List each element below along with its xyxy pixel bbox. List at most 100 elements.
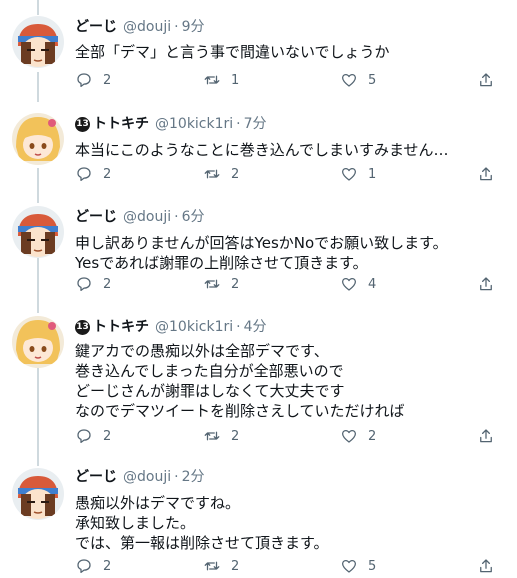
reply-count: 2 [103,166,112,182]
tweet[interactable]: どーじ @douji · 6分 申し訳ありませんが回答はYesかNoでお願い致し… [0,194,517,310]
retweet-button[interactable]: 2 [203,275,239,293]
tweet-text: 本当にこのようなことに巻き込んでしまいすみません… [75,140,505,160]
timestamp[interactable]: 6分 [182,206,205,228]
retweet-icon [204,431,220,441]
timestamp[interactable]: 9分 [182,16,205,38]
like-icon [341,277,357,291]
reply-icon [77,559,91,574]
reply-button[interactable]: 2 [75,557,111,575]
retweet-button[interactable]: 2 [203,165,239,183]
reply-button[interactable]: 2 [75,275,111,293]
reply-icon [77,277,91,292]
number-badge: 13 [75,319,90,335]
tweet-line: どーじさんが謝罪はしなくて大丈夫です [75,382,345,400]
share-button[interactable] [477,71,495,89]
like-button[interactable]: 2 [340,427,376,445]
author-name[interactable]: トトキチ [93,113,149,135]
avatar-douji[interactable] [12,468,64,520]
share-icon [480,429,492,443]
timestamp[interactable]: 7分 [244,113,267,135]
tweet-text: 鍵アカでの愚痴以外は全部デマです、 巻き込んでしまった自分が全部悪いので どーじ… [75,341,505,421]
action-bar: 2 2 2 [75,424,505,448]
reply-button[interactable]: 2 [75,427,111,445]
author-name[interactable]: トトキチ [93,316,149,338]
share-button[interactable] [477,165,495,183]
tweet-line: 本当にこのようなことに巻き込んでしまいすみません… [75,141,449,159]
share-button[interactable] [477,557,495,575]
like-icon [341,167,357,181]
separator-dot: · [174,209,179,225]
tweet-line: なのでデマツイートを削除さえしていただければ [75,402,405,420]
avatar-douji[interactable] [12,206,64,258]
avatar-douji[interactable] [12,16,64,68]
retweet-button[interactable]: 2 [203,557,239,575]
retweet-count: 2 [231,276,240,292]
reply-icon [77,73,91,88]
action-bar: 2 2 5 [75,554,505,578]
like-count: 5 [368,558,377,574]
tweet-line: では、第一報は削除させて頂きます。 [75,534,329,552]
tweet[interactable]: どーじ @douji · 9分 全部「デマ」と言う事で間違いないでしょうか 2 … [0,0,517,110]
avatar-totokichi[interactable] [12,113,64,165]
like-button[interactable]: 5 [340,71,376,89]
author-handle[interactable]: @douji [123,466,171,488]
tweet-text: 申し訳ありませんが回答はYesかNoでお願い致します。 Yesであれば謝罪の上削… [75,233,505,273]
like-button[interactable]: 1 [340,165,376,183]
like-count: 2 [368,428,377,444]
author-name[interactable]: どーじ [75,16,117,38]
retweet-icon [204,75,220,85]
reply-icon [77,167,91,182]
like-count: 5 [368,72,377,88]
tweet-line: 愚痴以外はデマですね。 [75,494,241,512]
author-name[interactable]: どーじ [75,466,117,488]
like-button[interactable]: 4 [340,275,376,293]
action-bar: 2 1 5 [75,68,505,92]
separator-dot: · [236,319,241,335]
reply-count: 2 [103,72,112,88]
like-icon [341,429,357,443]
like-count: 1 [368,166,377,182]
tweet-header: 13 トトキチ @10kick1ri · 4分 [75,316,505,338]
tweet-header: どーじ @douji · 6分 [75,206,505,228]
retweet-count: 1 [231,72,240,88]
tweet[interactable]: 13 トトキチ @10kick1ri · 4分 鍵アカでの愚痴以外は全部デマです… [0,310,517,458]
tweet-text: 愚痴以外はデマですね。 承知致しました。 では、第一報は削除させて頂きます。 [75,493,505,553]
reply-icon [77,429,91,444]
tweet-text: 全部「デマ」と言う事で間違いないでしょうか [75,42,505,62]
reply-count: 2 [103,558,112,574]
tweet-line: 申し訳ありませんが回答はYesかNoでお願い致します。 [75,234,448,252]
avatar-totokichi[interactable] [12,316,64,368]
retweet-button[interactable]: 2 [203,427,239,445]
author-handle[interactable]: @10kick1ri [155,316,233,338]
like-icon [341,559,357,573]
like-button[interactable]: 5 [340,557,376,575]
share-button[interactable] [477,275,495,293]
tweet[interactable]: どーじ @douji · 2分 愚痴以外はデマですね。 承知致しました。 では、… [0,458,517,577]
reply-count: 2 [103,276,112,292]
share-icon [480,559,492,573]
timestamp[interactable]: 4分 [244,316,267,338]
author-name[interactable]: どーじ [75,206,117,228]
action-bar: 2 2 1 [75,162,505,186]
tweet-header: 13 トトキチ @10kick1ri · 7分 [75,113,505,135]
author-handle[interactable]: @douji [123,16,171,38]
tweet-line: 巻き込んでしまった自分が全部悪いので [75,362,344,380]
author-handle[interactable]: @douji [123,206,171,228]
retweet-count: 2 [231,428,240,444]
timestamp[interactable]: 2分 [182,466,205,488]
separator-dot: · [174,469,179,485]
share-button[interactable] [477,427,495,445]
reply-button[interactable]: 2 [75,165,111,183]
action-bar: 2 2 4 [75,272,505,296]
retweet-count: 2 [231,166,240,182]
retweet-count: 2 [231,558,240,574]
like-count: 4 [368,276,377,292]
tweet-line: 全部「デマ」と言う事で間違いないでしょうか [75,43,390,61]
tweet-line: 鍵アカでの愚痴以外は全部デマです、 [75,342,329,360]
tweet[interactable]: 13 トトキチ @10kick1ri · 7分 本当にこのようなことに巻き込んで… [0,102,517,202]
reply-button[interactable]: 2 [75,71,111,89]
retweet-button[interactable]: 1 [203,71,239,89]
author-handle[interactable]: @10kick1ri [155,113,233,135]
share-icon [480,167,492,181]
tweet-header: どーじ @douji · 9分 [75,16,505,38]
